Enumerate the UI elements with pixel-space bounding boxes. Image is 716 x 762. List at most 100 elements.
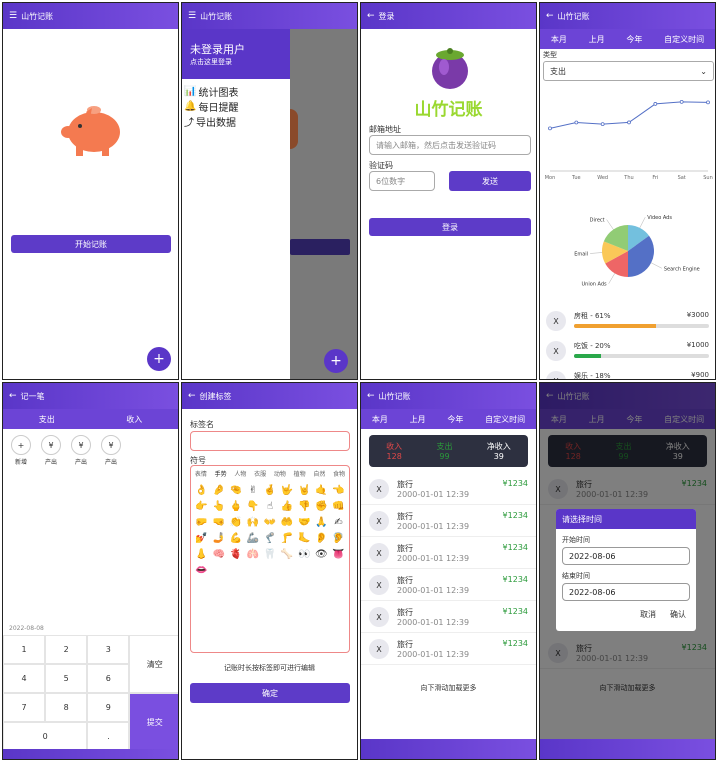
key-dot[interactable]: .	[87, 722, 130, 751]
emoji-option[interactable]: 🦿	[262, 532, 277, 546]
tag-item[interactable]: ¥ 产出	[101, 435, 121, 466]
date-display[interactable]: 2022-08-08	[9, 625, 44, 632]
back-icon[interactable]: ←	[9, 391, 17, 401]
emoji-option[interactable]: 🦴	[280, 548, 295, 562]
record-row[interactable]: X 旅行2000-01-01 12:39 ¥1234	[361, 569, 536, 601]
key-4[interactable]: 4	[3, 664, 46, 693]
emoji-option[interactable]: 🙌	[245, 516, 260, 530]
tab-custom[interactable]: 自定义时间	[664, 34, 704, 45]
add-fab[interactable]: +	[324, 349, 348, 373]
email-input[interactable]: 请输入邮箱，然后点击发送验证码	[369, 135, 531, 155]
tab-this-month[interactable]: 本月	[551, 34, 567, 45]
tag-item[interactable]: ¥ 产出	[41, 435, 61, 466]
emoji-option[interactable]: 🤌	[211, 484, 226, 498]
emoji-option[interactable]: 🤜	[211, 516, 226, 530]
tab-income[interactable]: 收入	[126, 414, 142, 425]
emoji-option[interactable]: 🧠	[211, 548, 226, 562]
tab-expense[interactable]: 支出	[39, 414, 55, 425]
back-icon[interactable]: ←	[546, 11, 554, 21]
emoji-option[interactable]: 🤛	[194, 516, 209, 530]
record-row[interactable]: X 旅行2000-01-01 12:39 ¥1234	[361, 633, 536, 665]
submit-button[interactable]: 提交	[129, 693, 178, 751]
category-row[interactable]: X 娱乐 - 18% ¥900	[540, 367, 715, 379]
cat-tab[interactable]: 食物	[333, 469, 345, 478]
add-fab[interactable]: +	[147, 347, 171, 371]
category-row[interactable]: X 房租 - 61% ¥3000	[540, 307, 715, 337]
emoji-option[interactable]: 👉	[194, 500, 209, 514]
clear-button[interactable]: 清空	[129, 635, 178, 693]
tab-this-month[interactable]: 本月	[372, 414, 388, 425]
category-row[interactable]: X 吃饭 - 20% ¥1000	[540, 337, 715, 367]
drawer-user[interactable]: 未登录用户 点击这里登录	[182, 29, 290, 79]
cat-tab[interactable]: 动物	[274, 469, 286, 478]
menu-icon[interactable]: ☰	[9, 11, 17, 21]
tag-item[interactable]: ¥ 产出	[71, 435, 91, 466]
emoji-option[interactable]: 🦵	[280, 532, 295, 546]
tab-this-year[interactable]: 今年	[447, 414, 463, 425]
emoji-option[interactable]: 👌	[194, 484, 209, 498]
start-button[interactable]: 开始记账	[11, 235, 171, 253]
cat-tab[interactable]: 表情	[195, 469, 207, 478]
cat-tab[interactable]: 人物	[234, 469, 246, 478]
code-input[interactable]: 6位数字	[369, 171, 435, 191]
key-3[interactable]: 3	[87, 635, 130, 664]
back-icon[interactable]: ←	[188, 391, 196, 401]
emoji-option[interactable]: 🤏	[228, 484, 243, 498]
type-select[interactable]: 支出 ⌄	[543, 61, 714, 81]
cat-tab[interactable]: 手势	[215, 469, 227, 478]
login-button[interactable]: 登录	[369, 218, 531, 236]
emoji-option[interactable]: 👃	[194, 548, 209, 562]
key-0[interactable]: 0	[3, 722, 88, 751]
tag-add[interactable]: + 新增	[11, 435, 31, 466]
emoji-option[interactable]: 👆	[211, 500, 226, 514]
cat-tab[interactable]: 自然	[313, 469, 325, 478]
drawer-item-stats[interactable]: 📊 统计图表	[182, 79, 290, 99]
drawer-item-reminder[interactable]: 🔔 每日提醒	[182, 99, 290, 114]
back-icon[interactable]: ←	[367, 11, 375, 21]
tab-last-month[interactable]: 上月	[410, 414, 426, 425]
tab-last-month[interactable]: 上月	[589, 34, 605, 45]
emoji-option[interactable]: 👇	[245, 500, 260, 514]
key-9[interactable]: 9	[87, 693, 130, 722]
emoji-option[interactable]: 🤝	[297, 516, 312, 530]
key-2[interactable]: 2	[45, 635, 88, 664]
key-7[interactable]: 7	[3, 693, 46, 722]
emoji-option[interactable]: ✌	[245, 484, 260, 498]
emoji-option[interactable]: 🙏	[314, 516, 329, 530]
end-date-input[interactable]: 2022-08-06	[562, 583, 690, 601]
confirm-button[interactable]: 确定	[190, 683, 350, 703]
start-date-input[interactable]: 2022-08-06	[562, 547, 690, 565]
tab-this-year[interactable]: 今年	[626, 34, 642, 45]
emoji-option[interactable]: ✍	[331, 516, 346, 530]
key-5[interactable]: 5	[45, 664, 88, 693]
emoji-option[interactable]: 🦶	[297, 532, 312, 546]
key-6[interactable]: 6	[87, 664, 130, 693]
key-1[interactable]: 1	[3, 635, 46, 664]
emoji-option[interactable]: 🤙	[314, 484, 329, 498]
record-row[interactable]: X 旅行2000-01-01 12:39 ¥1234	[361, 601, 536, 633]
emoji-option[interactable]: 🦾	[245, 532, 260, 546]
emoji-option[interactable]: 👅	[331, 548, 346, 562]
tag-name-input[interactable]	[190, 431, 350, 451]
ok-button[interactable]: 确认	[670, 609, 686, 620]
emoji-option[interactable]: 👐	[262, 516, 277, 530]
emoji-option[interactable]: 👍	[280, 500, 295, 514]
back-icon[interactable]: ←	[367, 391, 375, 401]
emoji-option[interactable]: 🤘	[297, 484, 312, 498]
drawer-item-export[interactable]: ⤴ 导出数据	[182, 114, 290, 129]
tab-custom[interactable]: 自定义时间	[485, 414, 525, 425]
emoji-option[interactable]: ☝	[262, 500, 277, 514]
emoji-option[interactable]: 🤞	[262, 484, 277, 498]
emoji-option[interactable]: 👏	[228, 516, 243, 530]
cancel-button[interactable]: 取消	[640, 609, 656, 620]
emoji-option[interactable]: 💪	[228, 532, 243, 546]
key-8[interactable]: 8	[45, 693, 88, 722]
emoji-option[interactable]: 🤳	[211, 532, 226, 546]
cat-tab[interactable]: 植物	[294, 469, 306, 478]
emoji-option[interactable]: 🫁	[245, 548, 260, 562]
emoji-option[interactable]: 🫀	[228, 548, 243, 562]
emoji-option[interactable]: 💅	[194, 532, 209, 546]
send-code-button[interactable]: 发送	[449, 171, 531, 191]
record-row[interactable]: X 旅行2000-01-01 12:39 ¥1234	[361, 537, 536, 569]
record-row[interactable]: X 旅行2000-01-01 12:39 ¥1234	[361, 473, 536, 505]
